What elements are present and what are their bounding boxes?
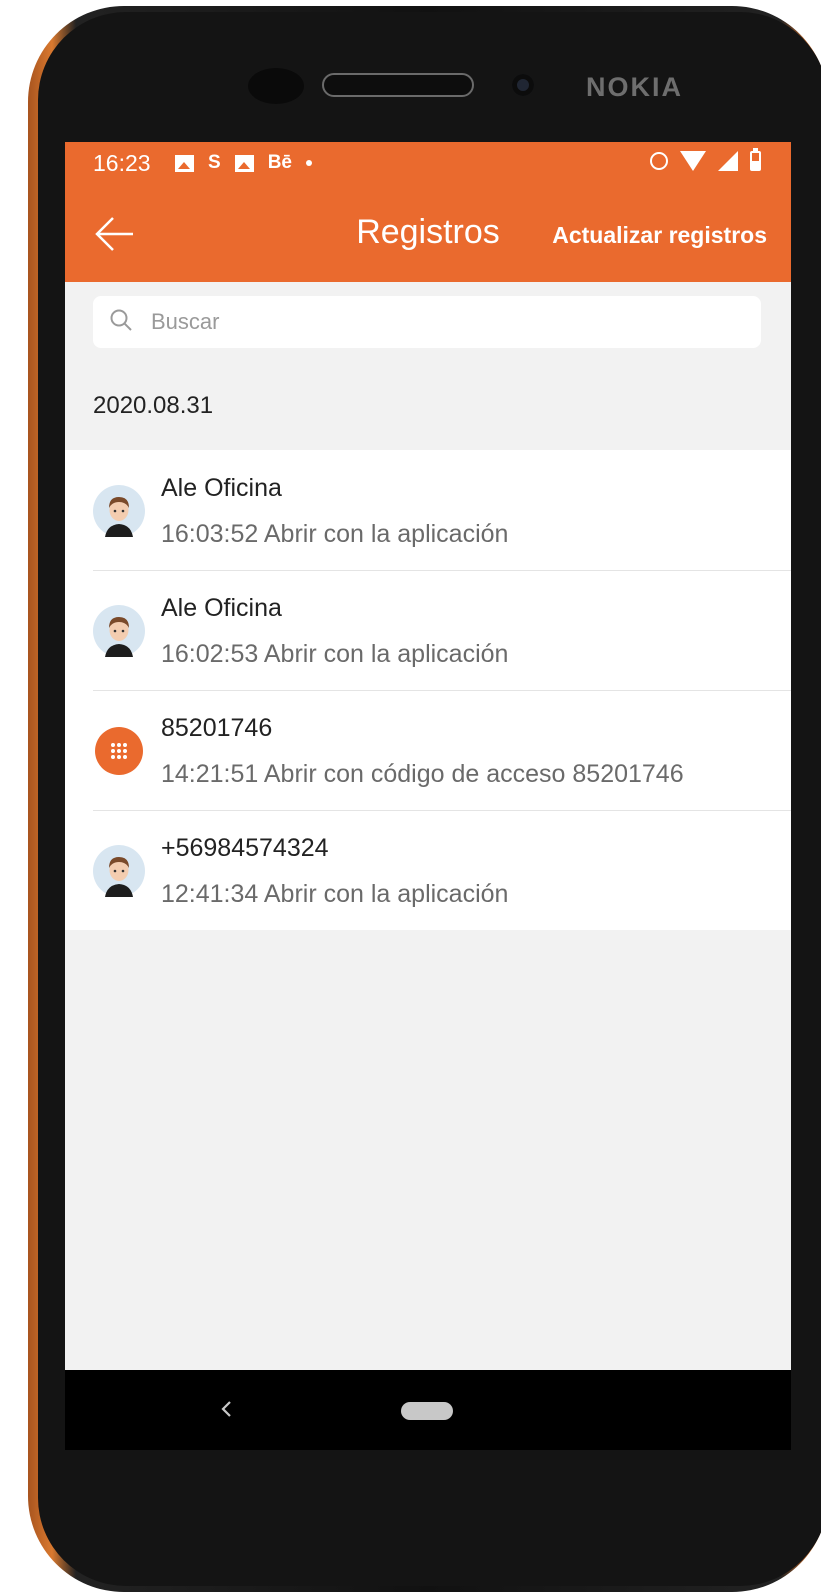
behance-notification-icon: Bē <box>267 152 292 173</box>
status-bar: 16:23 S Bē <box>65 142 791 186</box>
s-notification-icon: S <box>208 152 221 173</box>
device-brand-logo: NOKIA <box>586 72 683 102</box>
record-detail: 14:21:51 Abrir con código de acceso 8520… <box>161 760 684 788</box>
record-detail: 16:02:53 Abrir con la aplicación <box>161 640 509 668</box>
record-detail: 16:03:52 Abrir con la aplicación <box>161 520 509 548</box>
status-time: 16:23 <box>93 150 151 176</box>
user-avatar-icon <box>93 845 145 897</box>
keypad-icon <box>93 725 145 777</box>
proximity-sensor <box>512 74 534 96</box>
record-detail: 12:41:34 Abrir con la aplicación <box>161 880 509 908</box>
user-avatar-icon <box>93 605 145 657</box>
system-navigation-bar <box>65 1370 791 1450</box>
gallery-notification-icon <box>175 154 194 172</box>
refresh-records-button[interactable]: Actualizar registros <box>552 222 767 249</box>
record-title: 85201746 <box>161 714 273 742</box>
search-bar[interactable] <box>93 296 761 348</box>
date-section-header: 2020.08.31 <box>93 392 214 419</box>
wifi-icon <box>680 151 706 171</box>
nav-back-icon[interactable] <box>211 1394 241 1424</box>
nav-home-pill-icon[interactable] <box>401 1402 453 1420</box>
record-title: +56984574324 <box>161 834 329 862</box>
list-item[interactable]: +56984574324 12:41:34 Abrir con la aplic… <box>65 810 791 930</box>
search-input[interactable] <box>149 308 713 336</box>
list-item[interactable]: 85201746 14:21:51 Abrir con código de ac… <box>65 690 791 810</box>
search-icon <box>109 308 133 337</box>
app-bar: Registros Actualizar registros <box>65 186 791 282</box>
image-notification-icon <box>234 154 254 172</box>
user-avatar-icon <box>93 485 145 537</box>
battery-icon <box>750 148 761 171</box>
earpiece-speaker <box>322 73 474 97</box>
system-status-icons <box>650 148 761 171</box>
more-notifications-dot-icon <box>305 160 312 166</box>
record-title: Ale Oficina <box>161 594 282 622</box>
app-screen: 16:23 S Bē Registros Actualizar registro… <box>65 142 791 1425</box>
notification-icons: S Bē <box>175 152 312 174</box>
record-title: Ale Oficina <box>161 474 282 502</box>
list-item[interactable]: Ale Oficina 16:03:52 Abrir con la aplica… <box>65 450 791 570</box>
cell-signal-icon <box>718 151 738 171</box>
alarm-icon <box>650 152 668 170</box>
records-list: Ale Oficina 16:03:52 Abrir con la aplica… <box>65 450 791 930</box>
list-item[interactable]: Ale Oficina 16:02:53 Abrir con la aplica… <box>65 570 791 690</box>
front-camera <box>248 68 304 104</box>
